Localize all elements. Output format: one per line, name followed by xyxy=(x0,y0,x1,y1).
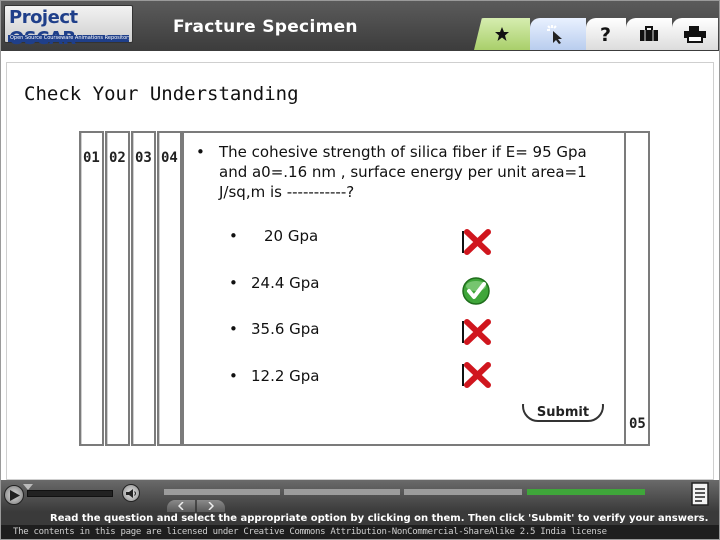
page-tab-05[interactable]: 05 xyxy=(624,131,650,446)
speaker-icon xyxy=(126,489,136,498)
chevron-left-icon xyxy=(177,501,184,511)
next-button[interactable] xyxy=(197,500,225,512)
tab-print[interactable] xyxy=(672,18,718,50)
briefcase-icon xyxy=(640,26,658,41)
printer-icon xyxy=(684,26,706,43)
wrong-x-icon xyxy=(462,229,491,255)
project-oscar-logo[interactable]: Project OSCAR Open Source Courseware Ani… xyxy=(4,5,133,49)
tab-help[interactable]: ? xyxy=(586,18,626,50)
page-tab-02[interactable]: 02 xyxy=(105,131,130,446)
progress-segment-current[interactable] xyxy=(527,489,645,495)
page-tab-01[interactable]: 01 xyxy=(79,131,104,446)
page-tab-label: 01 xyxy=(83,150,100,166)
progress-segment[interactable] xyxy=(284,489,400,495)
wrong-x-icon xyxy=(462,319,491,345)
option-bullet: • xyxy=(229,227,238,245)
svg-text:?: ? xyxy=(600,24,611,44)
submit-button[interactable]: Submit xyxy=(522,404,604,424)
tab-resources[interactable] xyxy=(626,18,672,50)
page-tab-label: 02 xyxy=(109,150,126,166)
option-bullet: • xyxy=(229,274,238,292)
question-mark-icon: ? xyxy=(600,24,611,44)
option-label: 20 Gpa xyxy=(264,227,319,245)
tab-interactive[interactable] xyxy=(530,18,586,50)
toolbar-tabs: ? xyxy=(474,18,718,50)
play-button[interactable] xyxy=(4,485,24,505)
license-text: The contents in this page are licensed u… xyxy=(1,525,719,539)
option-label: 35.6 Gpa xyxy=(251,320,320,338)
page-tab-label: 04 xyxy=(161,150,178,166)
page-tab-label: 05 xyxy=(629,416,646,432)
page-title: Fracture Specimen xyxy=(173,17,358,37)
previous-button[interactable] xyxy=(167,500,195,512)
volume-button[interactable] xyxy=(122,484,140,502)
page-tab-03[interactable]: 03 xyxy=(131,131,156,446)
correct-check-icon xyxy=(462,277,490,305)
star-icon xyxy=(495,27,509,41)
logo-title: Project OSCAR xyxy=(9,7,132,49)
notes-icon[interactable] xyxy=(690,482,710,506)
section-title: Check Your Understanding xyxy=(24,83,299,105)
submit-label: Submit xyxy=(536,405,590,420)
option-bullet: • xyxy=(229,320,238,338)
tab-star[interactable] xyxy=(474,18,530,50)
option-label: 24.4 Gpa xyxy=(251,274,320,292)
logo-word-project: Project xyxy=(9,7,78,28)
instruction-text: Read the question and select the appropr… xyxy=(1,512,719,525)
progress-segment[interactable] xyxy=(164,489,280,495)
play-icon xyxy=(10,490,20,501)
interactive-cursor-icon xyxy=(547,25,562,44)
seek-bar[interactable] xyxy=(27,490,113,497)
question-text: The cohesive strength of silica fiber if… xyxy=(219,143,587,201)
option-label: 12.2 Gpa xyxy=(251,367,320,385)
page-tab-label: 03 xyxy=(135,150,152,166)
page-tab-04[interactable]: 04 xyxy=(157,131,182,446)
option-bullet: • xyxy=(229,367,238,385)
seek-handle[interactable] xyxy=(23,484,33,490)
progress-segment[interactable] xyxy=(404,489,522,495)
wrong-x-icon xyxy=(462,362,491,388)
chevron-right-icon xyxy=(208,501,215,511)
question-bullet: • xyxy=(196,143,205,161)
logo-subtitle: Open Source Courseware Animations Reposi… xyxy=(8,35,129,42)
